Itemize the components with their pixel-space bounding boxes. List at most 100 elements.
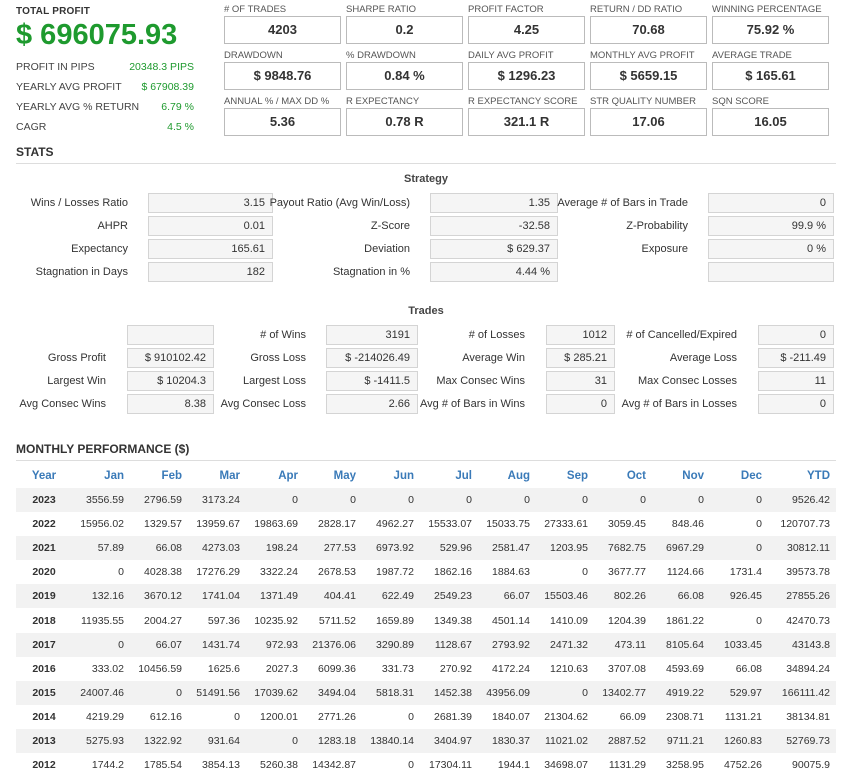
column-header[interactable]: YTD <box>768 464 836 488</box>
total-profit-value: $ 696075.93 <box>16 19 178 51</box>
table-cell: 5275.93 <box>72 728 130 754</box>
metric-value: 5.36 <box>224 108 341 136</box>
table-cell: 2549.23 <box>420 584 478 609</box>
summary-stat-row: YEARLY AVG % RETURN 6.79 % <box>16 97 194 117</box>
trade-stat-label: Largest Win <box>47 375 106 387</box>
column-header[interactable]: Aug <box>478 464 536 488</box>
stat-value: 6.79 % <box>161 101 194 113</box>
column-header[interactable]: Mar <box>188 464 246 488</box>
table-cell: 66.09 <box>619 710 646 723</box>
column-header[interactable]: Jul <box>420 464 478 488</box>
metric-card: RETURN / DD RATIO 70.68 <box>590 4 707 46</box>
metric-value: 17.06 <box>590 108 707 136</box>
table-cell: 3059.45 <box>608 518 646 531</box>
table-cell: 66.07 <box>130 632 188 657</box>
stat-label: Stagnation in Days <box>35 266 128 278</box>
table-cell: 1131.29 <box>608 759 646 772</box>
metric-label: MONTHLY AVG PROFIT <box>590 50 695 61</box>
table-cell: 1944.1 <box>497 759 530 772</box>
trade-stat-label: Average Loss <box>669 352 737 364</box>
table-cell: 1741.04 <box>188 584 246 609</box>
table-cell: 529.96 <box>420 536 478 561</box>
table-cell: 34894.24 <box>786 662 830 675</box>
table-cell: 34698.07 <box>544 759 588 772</box>
table-cell: 11021.02 <box>536 728 594 754</box>
stat-label: CAGR <box>16 121 47 133</box>
trade-stat-label: Average Win <box>462 352 525 364</box>
table-cell: 0 <box>304 488 362 513</box>
column-header[interactable]: May <box>304 464 362 488</box>
table-cell: 9711.21 <box>652 728 710 754</box>
column-header[interactable]: Sep <box>536 464 594 488</box>
table-cell: 1131.21 <box>724 710 762 723</box>
table-cell: 4752.26 <box>724 759 762 772</box>
table-cell: 66.08 <box>130 536 188 561</box>
table-cell: 1203.95 <box>536 536 594 561</box>
year-cell: 2018 <box>32 614 56 627</box>
table-row: 2016 333.02 10456.59 1625.6 2027.3 6099.36 331… <box>16 657 836 681</box>
table-cell: 4172.24 <box>492 662 530 675</box>
trade-stat-label: Max Consec Losses <box>637 375 737 387</box>
table-cell: 2581.47 <box>478 536 536 561</box>
column-header[interactable]: Nov <box>652 464 710 488</box>
table-cell: 1731.4 <box>729 566 762 579</box>
table-cell: 0 <box>652 488 710 513</box>
table-cell: 8105.64 <box>652 632 710 657</box>
table-cell: 3494.04 <box>304 680 362 705</box>
column-header[interactable]: Feb <box>130 464 188 488</box>
table-cell: 4028.38 <box>144 566 182 579</box>
trade-stat-label: Avg # of Bars in Wins <box>420 398 525 410</box>
trade-stat-value-box: 0 <box>758 394 834 414</box>
metric-value: $ 165.61 <box>712 62 829 90</box>
table-cell: 1210.63 <box>550 662 588 675</box>
metric-label: R EXPECTANCY SCORE <box>468 96 578 107</box>
metric-card: DRAWDOWN $ 9848.76 <box>224 50 341 92</box>
table-row: 2017 0 66.07 1431.74 972.93 21376.06 3290.89 11… <box>16 632 836 657</box>
year-cell: 2020 <box>32 566 56 579</box>
table-cell: 1033.45 <box>710 632 768 657</box>
metric-label: R EXPECTANCY <box>346 96 420 107</box>
metric-value: $ 1296.23 <box>468 62 585 90</box>
table-cell: 10235.92 <box>254 614 298 627</box>
metric-value: $ 5659.15 <box>590 62 707 90</box>
table-cell: 277.53 <box>304 536 362 561</box>
table-cell: 66.08 <box>735 662 762 675</box>
metric-value: 4203 <box>224 16 341 44</box>
stat-label: Z-Score <box>370 220 410 232</box>
metric-label: STR QUALITY NUMBER <box>590 96 696 107</box>
table-cell: 0 <box>130 680 188 705</box>
metric-value: 16.05 <box>712 108 829 136</box>
metric-card: SHARPE RATIO 0.2 <box>346 4 463 46</box>
metric-label: RETURN / DD RATIO <box>590 4 683 15</box>
stat-label <box>448 262 698 282</box>
column-header[interactable]: Apr <box>246 464 304 488</box>
metric-card: WINNING PERCENTAGE 75.92 % <box>712 4 829 46</box>
table-cell: 3290.89 <box>362 632 420 657</box>
column-header[interactable]: Jun <box>362 464 420 488</box>
table-cell: 3677.77 <box>608 566 646 579</box>
table-cell: 7682.75 <box>594 536 652 561</box>
table-cell: 14342.87 <box>312 759 356 772</box>
table-cell: 5818.31 <box>362 680 420 705</box>
table-cell: 1659.89 <box>376 614 414 627</box>
metric-card: PROFIT FACTOR 4.25 <box>468 4 585 46</box>
year-cell: 2016 <box>32 662 56 675</box>
table-cell: 931.64 <box>188 728 246 754</box>
table-cell: 90075.9 <box>792 759 830 772</box>
table-cell: 0 <box>478 488 536 513</box>
table-row: 2021 57.89 66.08 4273.03 198.24 277.53 6973.92… <box>16 536 836 561</box>
table-cell: 2027.3 <box>265 662 298 675</box>
table-cell: 21376.06 <box>304 632 362 657</box>
column-header[interactable]: Oct <box>594 464 652 488</box>
table-cell: 15033.75 <box>486 518 530 531</box>
trade-stat-label: Largest Loss <box>243 375 306 387</box>
strategy-title: Strategy <box>403 173 449 185</box>
trades-title: Trades <box>408 305 444 317</box>
column-header[interactable]: Jan <box>72 464 130 488</box>
column-header[interactable]: Dec <box>710 464 768 488</box>
table-cell: 15503.46 <box>536 584 594 609</box>
column-header[interactable]: Year <box>16 464 72 488</box>
stat-label: YEARLY AVG % RETURN <box>16 101 140 113</box>
metric-label: # OF TRADES <box>224 4 287 15</box>
table-cell: 1785.54 <box>144 759 182 772</box>
